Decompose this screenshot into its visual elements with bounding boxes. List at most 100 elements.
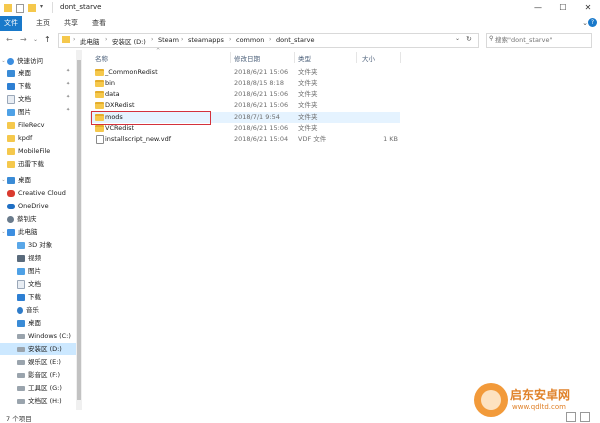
table-row[interactable]: _CommonRedist 2018/6/21 15:06 文件夹 [90, 67, 400, 78]
maximize-button[interactable]: ☐ [551, 2, 575, 14]
breadcrumb-separator[interactable]: › [181, 36, 183, 43]
chevron-down-icon[interactable]: ⌄ [0, 174, 7, 186]
file-type: 文件夹 [298, 113, 318, 121]
sidebar-item-drive-d[interactable]: 安装区 (D:) [0, 343, 80, 355]
file-name: DXRedist [105, 101, 135, 109]
column-headers: 名称 修改日期 类型 大小 [90, 50, 510, 64]
scrollbar-thumb[interactable] [77, 60, 81, 400]
sidebar-item-label: kpdf [18, 134, 33, 142]
sidebar-item-label: Creative Cloud [18, 189, 66, 197]
table-row[interactable]: DXRedist 2018/6/21 15:06 文件夹 [90, 100, 400, 111]
breadcrumb-this-pc[interactable]: 此电脑 [80, 36, 100, 46]
file-date: 2018/6/21 15:06 [234, 101, 289, 109]
sidebar-item-label: 文档区 (H:) [28, 397, 62, 405]
folder-icon [4, 4, 12, 12]
column-header-name[interactable]: 名称 [95, 53, 108, 63]
file-name: bin [105, 79, 116, 87]
sidebar-item-creative-cloud[interactable]: Creative Cloud [0, 187, 80, 199]
address-dropdown-icon[interactable]: ⌄ [455, 35, 460, 42]
sidebar-item-label: 工具区 (G:) [28, 384, 62, 392]
breadcrumb-separator[interactable]: › [151, 36, 153, 43]
column-header-date[interactable]: 修改日期 [234, 53, 260, 63]
large-icons-view-icon[interactable] [580, 412, 590, 422]
table-row[interactable]: data 2018/6/21 15:06 文件夹 [90, 89, 400, 100]
tab-file[interactable]: 文件 [0, 16, 22, 31]
sidebar-item-label: 迅雷下载 [18, 160, 44, 168]
recent-locations-dropdown-icon[interactable]: ⌄ [33, 36, 38, 43]
sidebar-item-quick-access[interactable]: ⌄ 快速访问 [0, 55, 80, 67]
up-arrow-icon[interactable]: ↑ [44, 35, 51, 44]
file-date: 2018/7/1 9:54 [234, 113, 280, 121]
help-icon[interactable]: ? [588, 18, 597, 27]
column-header-type[interactable]: 类型 [298, 53, 311, 63]
breadcrumb-separator[interactable]: › [269, 36, 271, 43]
file-type: 文件夹 [298, 101, 318, 109]
sidebar-item-thunder-downloads[interactable]: 迅雷下载 [0, 158, 80, 170]
sidebar-item-label: 文档 [28, 280, 41, 288]
table-row[interactable]: installscript_new.vdf 2018/6/21 15:04 VD… [90, 134, 400, 145]
tab-view[interactable]: 查看 [86, 16, 112, 31]
drive-icon [17, 385, 25, 391]
address-bar[interactable]: › 此电脑 › 安装区 (D:) › Steam › steamapps › c… [58, 33, 479, 48]
tab-home[interactable]: 主页 [30, 16, 56, 31]
title-divider [52, 2, 53, 13]
chevron-down-icon[interactable]: ⌄ [0, 226, 7, 238]
file-date: 2018/6/21 15:06 [234, 124, 289, 132]
breadcrumb-steam[interactable]: Steam [158, 36, 179, 44]
sidebar-item-user[interactable]: 蔡钊庆 [0, 213, 80, 225]
search-input[interactable] [487, 34, 585, 45]
pin-icon[interactable]: ✦ [66, 81, 70, 87]
file-type: 文件夹 [298, 79, 318, 87]
sort-ascending-icon: ^ [156, 48, 161, 54]
file-icon [96, 135, 104, 144]
title-bar: ▾ dont_starve — ☐ ✕ [0, 0, 600, 16]
pin-icon[interactable]: ✦ [66, 94, 70, 100]
column-divider[interactable] [356, 52, 357, 63]
computer-icon [7, 228, 15, 236]
breadcrumb-common[interactable]: common [236, 36, 264, 44]
breadcrumb-separator[interactable]: › [229, 36, 231, 43]
quick-access-toolbar-dropdown-icon[interactable]: ▾ [40, 3, 43, 10]
column-header-size[interactable]: 大小 [362, 53, 375, 63]
sidebar-item-filerecv[interactable]: FileRecv [0, 119, 80, 131]
breadcrumb-dont-starve[interactable]: dont_starve [276, 36, 314, 44]
column-divider[interactable] [230, 52, 231, 63]
close-button[interactable]: ✕ [576, 2, 600, 14]
column-divider[interactable] [400, 52, 401, 63]
watermark-url: www.qdltd.com [512, 403, 566, 411]
sidebar-item-onedrive[interactable]: OneDrive [0, 200, 80, 212]
folder-icon [95, 102, 104, 109]
documents-icon [17, 279, 25, 289]
breadcrumb-drive-d[interactable]: 安装区 (D:) [112, 36, 146, 46]
minimize-button[interactable]: — [526, 2, 550, 14]
breadcrumb-separator[interactable]: › [105, 36, 107, 43]
chevron-down-icon[interactable]: ⌄ [0, 55, 7, 67]
file-size: 1 KB [383, 135, 398, 143]
new-folder-icon[interactable] [28, 4, 36, 12]
file-name: installscript_new.vdf [105, 135, 171, 143]
refresh-icon[interactable]: ↻ [466, 35, 472, 43]
forward-arrow-icon[interactable]: → [20, 35, 27, 44]
pin-icon[interactable]: ✦ [66, 107, 70, 113]
column-divider[interactable] [294, 52, 295, 63]
sidebar-item-label: 图片 [28, 267, 41, 275]
navigation-pane: ⌄ 快速访问 桌面 ✦ 下载 ✦ 文档 ✦ 图片 ✦ FileRecv kpdf … [0, 50, 86, 410]
table-row[interactable]: bin 2018/8/15 8:18 文件夹 [90, 78, 400, 89]
back-arrow-icon[interactable]: ← [6, 35, 13, 44]
tab-share[interactable]: 共享 [58, 16, 84, 31]
sidebar-item-mobilefile[interactable]: MobileFile [0, 145, 80, 157]
user-icon [7, 215, 14, 223]
file-date: 2018/8/15 8:18 [234, 79, 284, 87]
sidebar-item-kpdf[interactable]: kpdf [0, 132, 80, 144]
breadcrumb-steamapps[interactable]: steamapps [188, 36, 224, 44]
sidebar-item-label: 图片 [18, 108, 31, 116]
search-box[interactable]: ⚲ [486, 33, 592, 48]
file-date: 2018/6/21 15:04 [234, 135, 289, 143]
details-view-icon[interactable] [566, 412, 576, 422]
pin-icon[interactable]: ✦ [66, 68, 70, 74]
breadcrumb-separator[interactable]: › [73, 36, 75, 43]
properties-icon[interactable] [16, 4, 24, 13]
table-row[interactable]: VCRedist 2018/6/21 15:06 文件夹 [90, 123, 400, 134]
sidebar-item-this-pc[interactable]: ⌄ 此电脑 [0, 226, 80, 238]
sidebar-item-desktop-root[interactable]: ⌄ 桌面 [0, 174, 80, 186]
